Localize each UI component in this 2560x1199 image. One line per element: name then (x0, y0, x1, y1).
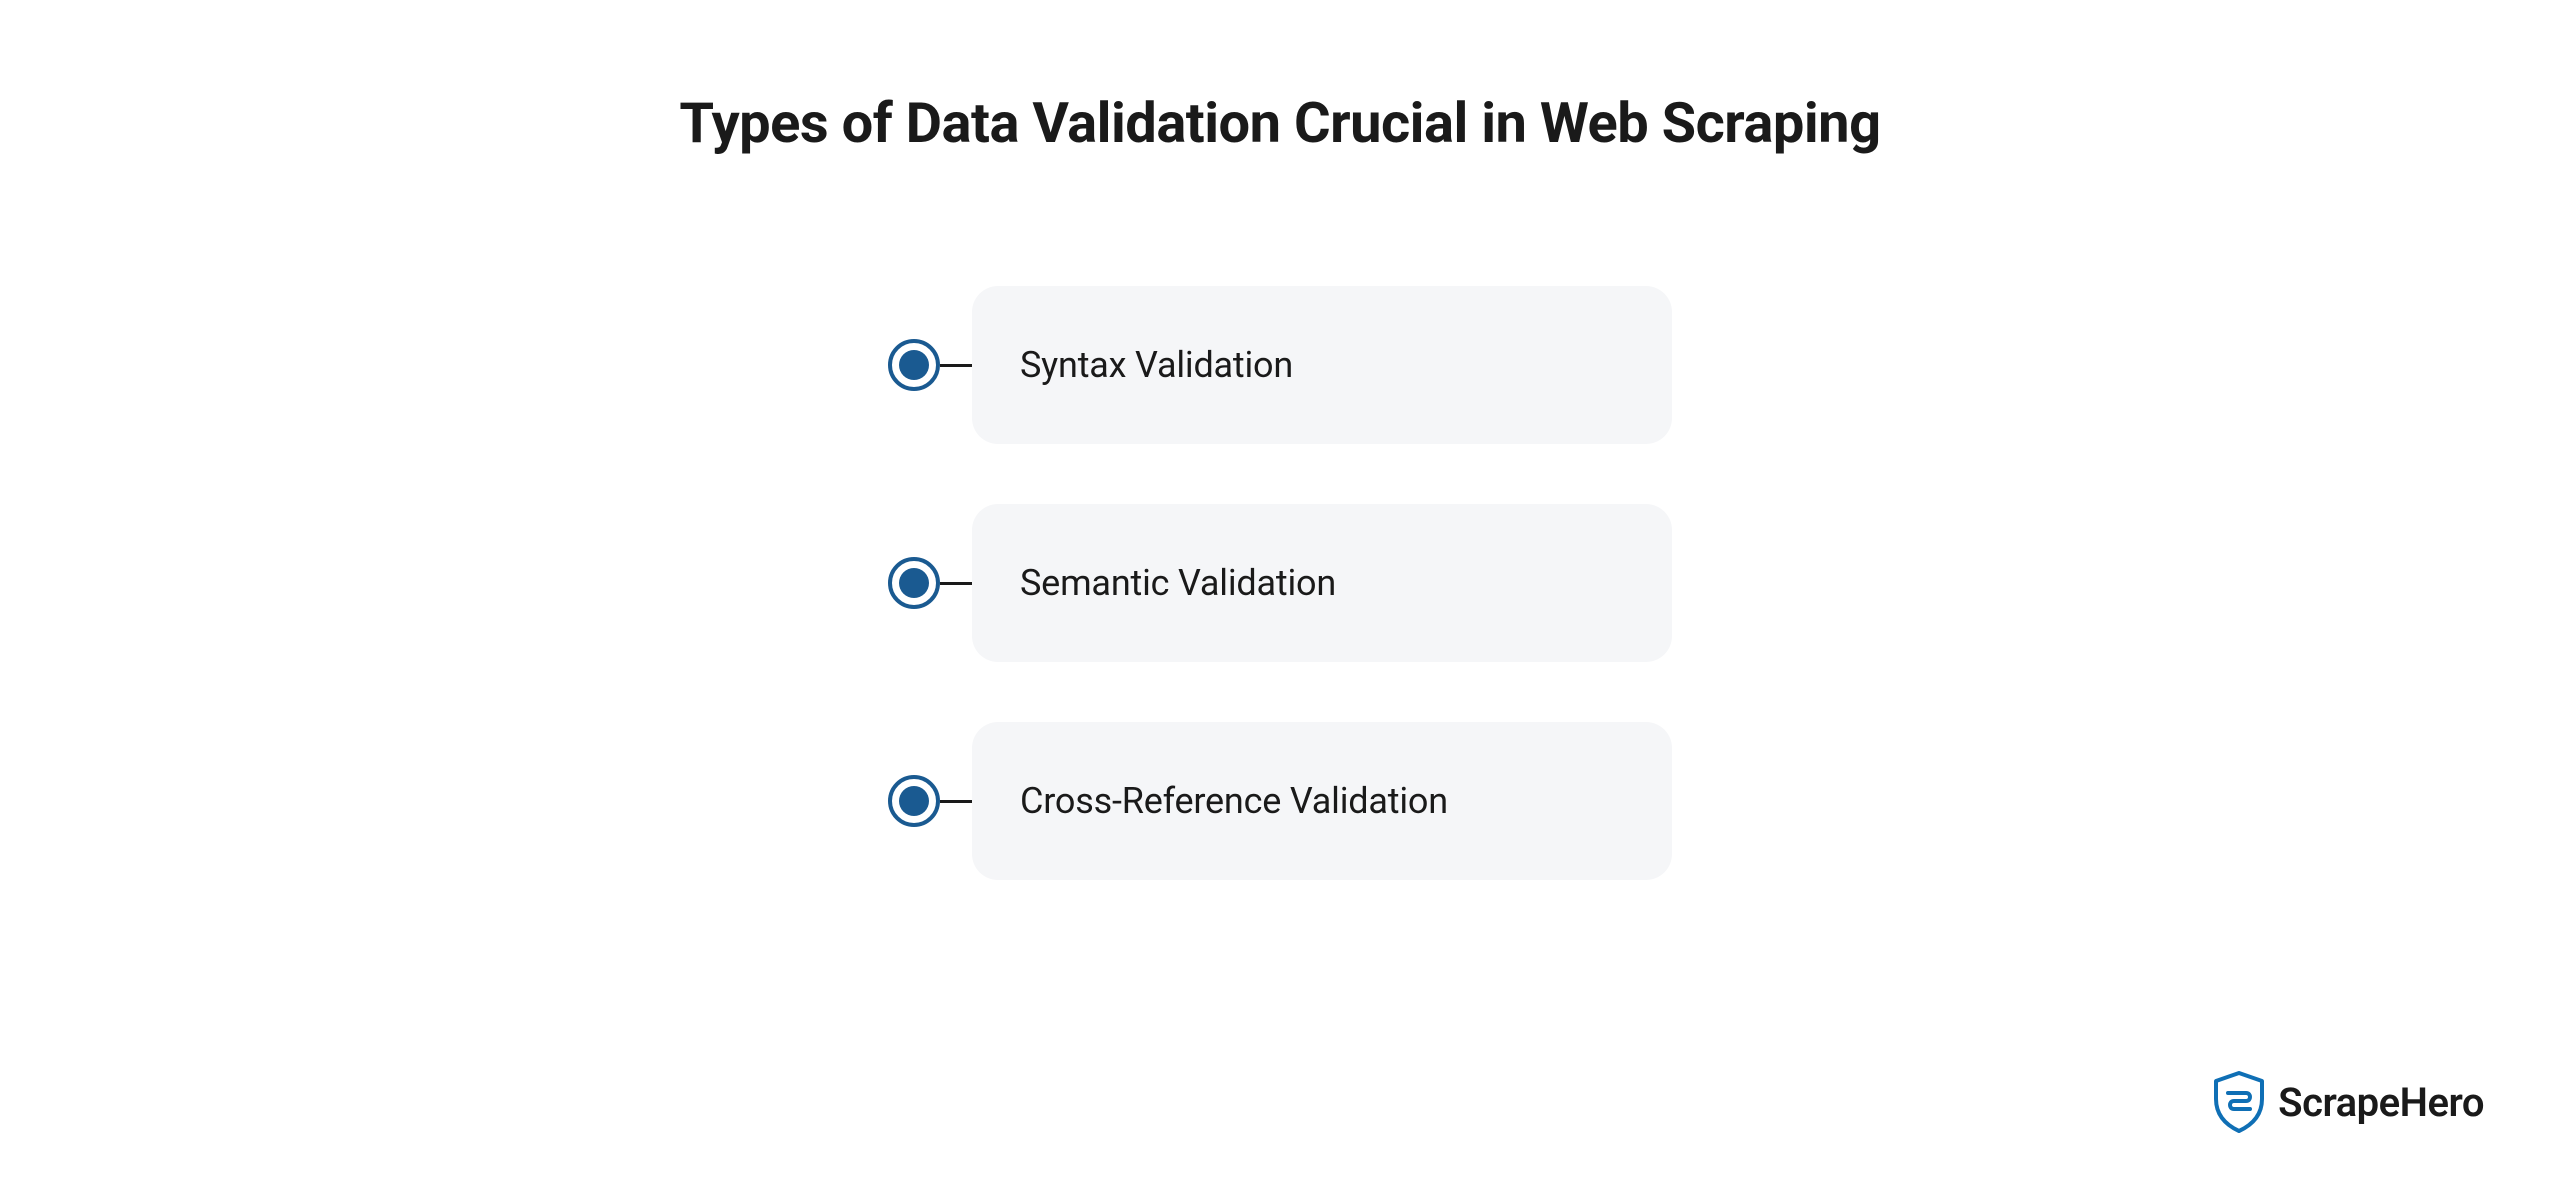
validation-label: Semantic Validation (1020, 562, 1336, 604)
shield-icon (2212, 1071, 2266, 1133)
validation-label: Cross-Reference Validation (1020, 780, 1448, 822)
brand-name: ScrapeHero (2278, 1079, 2484, 1126)
connector-line (940, 800, 976, 803)
bullet-icon (888, 557, 940, 609)
page-title: Types of Data Validation Crucial in Web … (679, 90, 1880, 156)
list-item: Cross-Reference Validation (888, 722, 1672, 880)
validation-list: Syntax Validation Semantic Validation Cr… (888, 286, 1672, 880)
connector-line (940, 364, 976, 367)
bullet-icon (888, 775, 940, 827)
validation-card: Syntax Validation (972, 286, 1672, 444)
bullet-icon (888, 339, 940, 391)
validation-label: Syntax Validation (1020, 344, 1293, 386)
connector-line (940, 582, 976, 585)
validation-card: Semantic Validation (972, 504, 1672, 662)
diagram-container: Types of Data Validation Crucial in Web … (0, 0, 2560, 1199)
list-item: Semantic Validation (888, 504, 1672, 662)
brand-logo: ScrapeHero (2212, 1071, 2484, 1133)
list-item: Syntax Validation (888, 286, 1672, 444)
validation-card: Cross-Reference Validation (972, 722, 1672, 880)
